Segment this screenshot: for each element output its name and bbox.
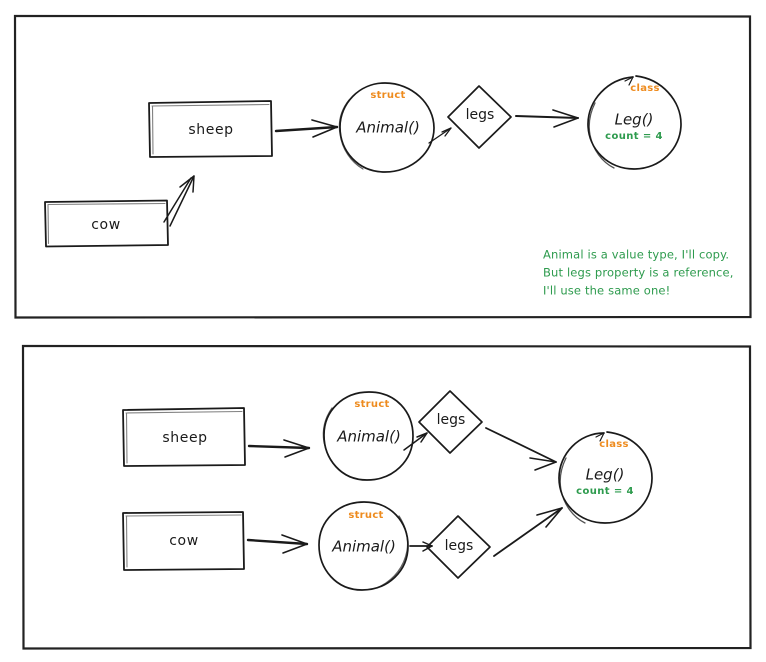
panel-bottom-frame: [21, 344, 752, 650]
bottom-animal-label-2: Animal(): [331, 538, 396, 556]
bottom-leg-label: Leg(): [586, 466, 625, 484]
top-sheep-label: sheep: [188, 122, 233, 138]
bottom-sheep-label: sheep: [162, 430, 207, 446]
bottom-animal-stereotype-2: struct: [348, 510, 383, 521]
bottom-animal-stereotype-1: struct: [354, 399, 389, 410]
bottom-leg-stereotype: class: [599, 439, 629, 450]
note-line-1: Animal is a value type, I'll copy.: [543, 248, 729, 262]
panel-bottom: sheep cow struct Animal() struct Animal(…: [21, 344, 752, 650]
bottom-arrow-legs2-to-leg: [493, 507, 563, 557]
top-leg-stereotype: class: [630, 83, 660, 94]
top-sheep-box[interactable]: sheep: [148, 100, 273, 158]
bottom-cow-label: cow: [169, 533, 199, 549]
top-cow-label: cow: [91, 217, 121, 233]
top-animal-stereotype: struct: [370, 90, 405, 101]
note-line-2: But legs property is a reference,: [543, 266, 734, 280]
top-leg-class-circle[interactable]: class Leg() count = 4: [587, 75, 682, 170]
bottom-arrow-animal1-to-legs1: [403, 432, 428, 451]
top-legs-diamond[interactable]: legs: [447, 85, 512, 149]
bottom-legs-diamond-2[interactable]: legs: [426, 515, 491, 579]
top-arrow-sheep-to-animal: [274, 119, 339, 138]
diagram-canvas: sheep cow struct Animal() legs class Leg…: [0, 0, 766, 662]
top-arrow-legs-to-leg: [515, 109, 579, 128]
bottom-animal-struct-circle-2[interactable]: struct Animal(): [318, 501, 409, 591]
bottom-legs-diamond-1[interactable]: legs: [418, 390, 483, 454]
top-legs-label: legs: [466, 107, 495, 123]
bottom-arrow-sheep-to-animal: [247, 439, 311, 458]
top-animal-struct-circle[interactable]: struct Animal(): [338, 82, 435, 173]
bottom-cow-box[interactable]: cow: [122, 511, 245, 571]
bottom-animal-struct-circle-1[interactable]: struct Animal(): [322, 391, 414, 481]
top-panel-note: Animal is a value type, I'll copy. But l…: [543, 248, 734, 298]
top-arrow-cow-to-sheep: [163, 175, 195, 227]
bottom-sheep-box[interactable]: sheep: [122, 407, 246, 467]
bottom-arrow-cow-to-animal: [246, 534, 309, 554]
top-animal-label: Animal(): [355, 119, 420, 137]
bottom-legs-label-2: legs: [445, 538, 474, 554]
bottom-animal-label-1: Animal(): [336, 428, 401, 446]
top-arrow-animal-to-legs: [428, 127, 452, 144]
hand-drawn-diagram: sheep cow struct Animal() legs class Leg…: [13, 14, 752, 650]
bottom-leg-class-circle[interactable]: class Leg() count = 4: [558, 431, 653, 524]
panel-top: sheep cow struct Animal() legs class Leg…: [13, 14, 752, 319]
bottom-legs-label-1: legs: [437, 412, 466, 428]
top-leg-count-property: count = 4: [605, 131, 663, 142]
top-leg-label: Leg(): [615, 111, 654, 129]
note-line-3: I'll use the same one!: [543, 284, 670, 298]
bottom-arrow-legs1-to-leg: [485, 427, 557, 471]
top-cow-box[interactable]: cow: [44, 199, 169, 248]
bottom-leg-count-property: count = 4: [576, 486, 634, 497]
